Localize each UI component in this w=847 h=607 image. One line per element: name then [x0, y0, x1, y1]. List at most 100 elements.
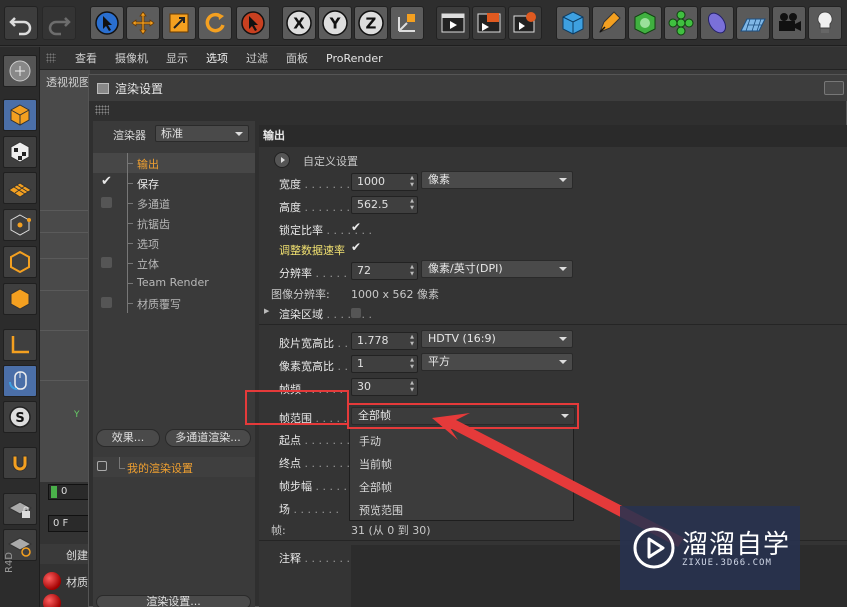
camera-icon	[779, 13, 801, 31]
list-item-material-override[interactable]: 材质覆写	[93, 293, 255, 313]
camera-button[interactable]	[772, 6, 806, 40]
dialog-minimize-button[interactable]	[824, 81, 844, 95]
x-axis-button[interactable]: X	[282, 6, 316, 40]
workplane-icon	[8, 182, 32, 198]
redo-button[interactable]	[42, 6, 76, 40]
z-axis-icon: Z	[358, 10, 384, 36]
select-button[interactable]	[90, 6, 124, 40]
dialog-titlebar[interactable]: 渲染设置	[89, 75, 847, 101]
pixel-aspect-input[interactable]: 1	[351, 355, 418, 373]
render-settings-button[interactable]	[508, 6, 542, 40]
polygons-mode-icon	[10, 288, 30, 310]
y-axis-button[interactable]: Y	[318, 6, 352, 40]
snap-button[interactable]: S	[3, 401, 37, 433]
coordinate-system-button[interactable]	[390, 6, 424, 40]
dropdown-option-preview-range[interactable]: 预览范围	[359, 502, 403, 518]
texture-mode-button[interactable]	[3, 136, 37, 168]
menu-filter[interactable]: 过滤	[237, 50, 277, 66]
multipass-render-button[interactable]: 多通道渲染...	[165, 429, 251, 447]
menu-display[interactable]: 显示	[157, 50, 197, 66]
list-item-multipass[interactable]: 多通道	[93, 193, 255, 213]
render-preset-item[interactable]: 我的渲染设置	[93, 457, 255, 477]
checkbox[interactable]	[101, 297, 112, 308]
list-item-antialiasing[interactable]: 抗锯齿	[93, 213, 255, 233]
renderer-select[interactable]: 标准	[155, 125, 249, 142]
menu-options[interactable]: 选项	[197, 50, 237, 66]
axis-y-indicator: Y	[74, 410, 80, 420]
render-region-checkbox[interactable]	[351, 308, 361, 318]
live-select-button[interactable]	[236, 6, 270, 40]
checkbox[interactable]	[101, 197, 112, 208]
edges-mode-button[interactable]	[3, 246, 37, 278]
list-item-stereo[interactable]: 立体	[93, 253, 255, 273]
render-view-button[interactable]	[436, 6, 470, 40]
resolution-label: 分辨率	[279, 265, 361, 281]
list-item-save[interactable]: ✔ 保存	[93, 173, 255, 193]
tweak-mode-button[interactable]	[3, 365, 37, 397]
adjust-rate-checkbox[interactable]: ✔	[351, 240, 361, 254]
checkmark-icon[interactable]: ✔	[101, 174, 112, 189]
list-item-team-render[interactable]: Team Render	[93, 273, 255, 293]
resolution-input[interactable]: 72	[351, 262, 418, 280]
dropdown-option-all-frames[interactable]: 全部帧	[359, 479, 392, 495]
menu-prorender[interactable]: ProRender	[317, 52, 392, 65]
render-settings-button[interactable]: 渲染设置...	[96, 595, 251, 607]
checkbox[interactable]	[101, 257, 112, 268]
scale-button[interactable]	[162, 6, 196, 40]
cloner-icon	[668, 10, 694, 36]
polygons-mode-button[interactable]	[3, 283, 37, 315]
scale-icon	[169, 13, 189, 33]
lock-ratio-checkbox[interactable]: ✔	[351, 220, 361, 234]
lock-workplane-button[interactable]	[3, 493, 37, 525]
magnet-button[interactable]	[3, 447, 37, 479]
material-ball-icon[interactable]	[43, 594, 61, 607]
height-input[interactable]: 562.5	[351, 196, 418, 214]
menu-panel[interactable]: 面板	[277, 50, 317, 66]
create-menu[interactable]: 创建	[66, 547, 88, 563]
material-ball-icon[interactable]	[43, 572, 61, 590]
cube-icon	[562, 11, 584, 35]
watermark-subtitle: ZIXUE.3D66.COM	[682, 558, 772, 568]
move-button[interactable]	[126, 6, 160, 40]
dropdown-option-current-frame[interactable]: 当前帧	[359, 456, 392, 472]
list-item-output[interactable]: 输出	[93, 153, 255, 173]
frame-slider[interactable]: 0	[48, 484, 90, 500]
undo-button[interactable]	[4, 6, 38, 40]
effects-button[interactable]: 效果...	[96, 429, 160, 447]
z-axis-button[interactable]: Z	[354, 6, 388, 40]
cube-button[interactable]	[556, 6, 590, 40]
workplane-mode-button[interactable]	[3, 172, 37, 204]
rotate-button[interactable]	[198, 6, 232, 40]
undo-icon	[9, 17, 32, 36]
render-picture-button[interactable]	[472, 6, 506, 40]
points-mode-icon	[10, 214, 31, 236]
points-mode-button[interactable]	[3, 209, 37, 241]
pixel-aspect-select[interactable]: 平方	[421, 353, 573, 371]
axis-mode-button[interactable]	[3, 329, 37, 361]
subdivision-button[interactable]	[628, 6, 662, 40]
preset-play-icon[interactable]	[274, 152, 290, 168]
film-aspect-input[interactable]: 1.778	[351, 332, 418, 350]
mouse-icon	[9, 371, 27, 390]
watermark-title: 溜溜自学	[682, 530, 791, 560]
menu-camera[interactable]: 摄像机	[106, 50, 157, 66]
width-input[interactable]: 1000	[351, 173, 418, 191]
model-mode-button[interactable]	[3, 99, 37, 131]
list-item-options[interactable]: 选项	[93, 233, 255, 253]
pen-button[interactable]	[592, 6, 626, 40]
film-aspect-select[interactable]: HDTV (16:9)	[421, 330, 573, 348]
current-frame-field[interactable]: 0 F	[48, 515, 90, 532]
dropdown-option-manual[interactable]: 手动	[359, 433, 381, 449]
menu-view[interactable]: 查看	[66, 50, 106, 66]
expand-arrow-icon[interactable]: ▶	[264, 307, 269, 315]
deformer-button[interactable]	[700, 6, 734, 40]
light-button[interactable]	[808, 6, 842, 40]
viewport-label: 透视视图	[46, 76, 90, 89]
cloner-button[interactable]	[664, 6, 698, 40]
resolution-unit-select[interactable]: 像素/英寸(DPI)	[421, 260, 573, 278]
unit-select[interactable]: 像素	[421, 171, 573, 189]
make-editable-button[interactable]	[3, 55, 37, 87]
fps-input[interactable]: 30	[351, 378, 418, 396]
floor-button[interactable]	[736, 6, 770, 40]
section-header: 输出	[259, 125, 847, 147]
